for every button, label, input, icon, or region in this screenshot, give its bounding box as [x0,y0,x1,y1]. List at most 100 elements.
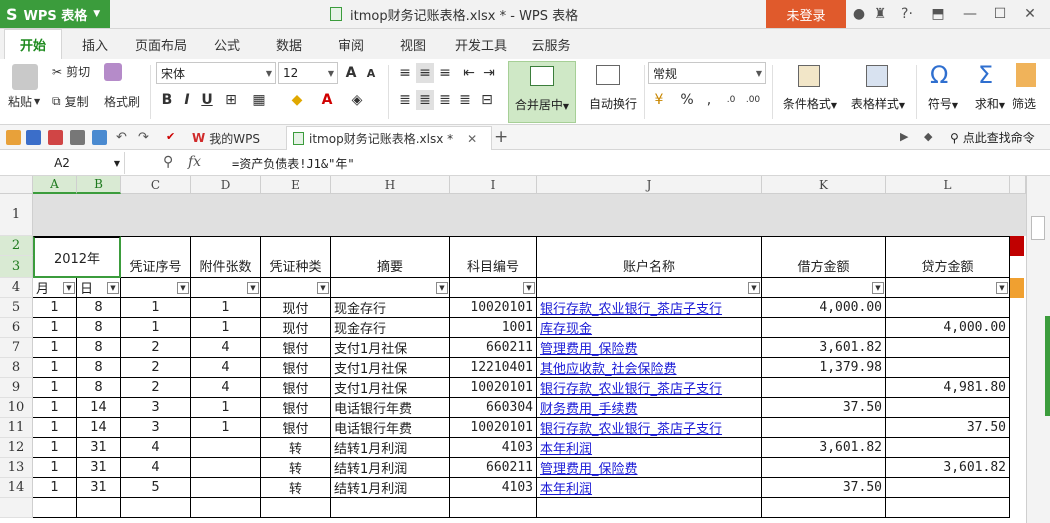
row-header-3[interactable]: 3 [0,256,33,278]
side-panel-toggle[interactable] [1045,316,1050,416]
filter-dropdown-icon[interactable]: ▼ [523,282,535,294]
row-header-1[interactable]: 1 [0,194,33,236]
customize-toolbar-icon[interactable]: ✔ [166,130,181,145]
table-cell-code[interactable]: 10020101 [450,378,537,398]
skin-icon[interactable]: ♜ [872,5,888,23]
increase-decimal-icon[interactable]: .0 [722,90,740,110]
table-cell-partial[interactable] [331,498,450,518]
table-cell-voucher-no[interactable]: 3 [121,398,191,418]
format-painter-icon[interactable] [104,63,122,81]
header-credit[interactable]: 贷方金额 [886,236,1010,278]
table-cell-code[interactable]: 12210401 [450,358,537,378]
thousands-icon[interactable]: , [700,90,718,110]
table-cell-type[interactable]: 现付 [261,318,331,338]
bookmark-icon[interactable]: ◆ [924,130,932,143]
table-cell-attachments[interactable]: 4 [191,378,261,398]
zoom-icon[interactable]: ⚲ [163,154,173,170]
table-cell-summary[interactable]: 电话银行年费 [331,418,450,438]
italic-icon[interactable]: I [178,90,196,110]
table-cell-day[interactable]: 8 [77,358,121,378]
select-all-corner[interactable] [0,176,33,194]
table-cell-credit[interactable] [886,478,1010,498]
table-cell-month[interactable]: 1 [33,418,77,438]
table-cell-day[interactable]: 8 [77,298,121,318]
table-cell-type[interactable]: 转 [261,478,331,498]
table-cell-summary[interactable]: 电话银行年费 [331,398,450,418]
table-cell-account[interactable]: 财务费用_手续费 [537,398,762,418]
table-cell-credit[interactable] [886,338,1010,358]
redo-icon[interactable]: ↷ [138,130,153,145]
table-cell-day[interactable]: 8 [77,378,121,398]
table-cell-debit[interactable]: 37.50 [762,398,886,418]
table-cell-account[interactable]: 管理费用_保险费 [537,458,762,478]
row-header-11[interactable]: 11 [0,418,33,438]
border-icon[interactable]: ⊞ [222,90,240,110]
year-cell[interactable]: 2012年 [33,236,121,278]
undo-icon[interactable]: ↶ [116,130,131,145]
table-cell-day[interactable]: 14 [77,418,121,438]
table-cell-code[interactable]: 4103 [450,478,537,498]
table-cell-type[interactable]: 银付 [261,398,331,418]
table-cell-summary[interactable]: 支付1月社保 [331,338,450,358]
tab-formulas[interactable]: 公式 [204,29,250,59]
filter-cell[interactable] [762,278,886,298]
table-cell-partial[interactable] [121,498,191,518]
tab-my-wps[interactable]: W 我的WPS [186,126,282,150]
decrease-indent-icon[interactable]: ⇤ [460,63,478,83]
column-header-i[interactable]: I [450,176,537,194]
table-cell-type[interactable]: 银付 [261,418,331,438]
align-middle-icon[interactable]: ≡ [416,63,434,83]
header-subject-code[interactable]: 科目编号 [450,236,537,278]
table-cell-month[interactable]: 1 [33,378,77,398]
table-cell-summary[interactable]: 结转1月利润 [331,478,450,498]
new-tab-icon[interactable]: + [494,127,508,147]
table-cell-debit[interactable] [762,378,886,398]
merge-center-button[interactable]: 合并居中▼ [508,61,576,123]
increase-indent-icon[interactable]: ⇥ [480,63,498,83]
document-icon[interactable]: ▶ [900,130,908,143]
table-cell-attachments[interactable]: 1 [191,298,261,318]
conditional-format-button[interactable]: 条件格式▼ [778,61,842,123]
column-header-e[interactable]: E [261,176,331,194]
table-cell-credit[interactable] [886,298,1010,318]
symbol-button[interactable]: Ω 符号▼ [920,61,966,123]
tab-home[interactable]: 开始 [4,29,62,59]
row-header-6[interactable]: 6 [0,318,33,338]
table-cell-account[interactable]: 管理费用_保险费 [537,338,762,358]
tab-view[interactable]: 视图 [390,29,436,59]
table-cell-attachments[interactable]: 4 [191,358,261,378]
paste-button[interactable]: 粘贴 ▼ [8,93,40,110]
table-cell-account[interactable]: 其他应收款_社会保险费 [537,358,762,378]
tab-document[interactable]: itmop财务记账表格.xlsx * ✕ [286,126,492,150]
table-cell-day[interactable]: 31 [77,438,121,458]
header-attachments[interactable]: 附件张数 [191,236,261,278]
font-size-select[interactable]: 12 ▼ [278,62,338,84]
table-cell-month[interactable]: 1 [33,298,77,318]
column-header-extra[interactable] [1010,176,1026,194]
copy-button[interactable]: ⧉ 复制 [52,93,89,110]
column-header-a[interactable]: A [33,176,77,194]
percent-icon[interactable]: % [678,90,696,110]
filter-dropdown-icon[interactable]: ▼ [247,282,259,294]
header-debit[interactable]: 借方金额 [762,236,886,278]
fill-color-icon[interactable]: ◆ [288,90,306,110]
table-cell-code[interactable]: 660211 [450,458,537,478]
table-cell-type[interactable]: 银付 [261,358,331,378]
table-cell-partial[interactable] [886,498,1010,518]
table-cell-day[interactable]: 31 [77,478,121,498]
align-right-icon[interactable]: ≣ [436,90,454,110]
table-cell-summary[interactable]: 支付1月社保 [331,358,450,378]
table-cell-code[interactable]: 4103 [450,438,537,458]
filter-dropdown-icon[interactable]: ▼ [317,282,329,294]
filter-dropdown-icon[interactable]: ▼ [63,282,75,294]
table-cell-voucher-no[interactable]: 3 [121,418,191,438]
table-cell-voucher-no[interactable]: 2 [121,338,191,358]
table-cell-code[interactable]: 10020101 [450,418,537,438]
format-painter-button[interactable]: 格式刷 [104,93,140,110]
filter-dropdown-icon[interactable]: ▼ [107,282,119,294]
table-cell-debit[interactable]: 3,601.82 [762,438,886,458]
clear-format-icon[interactable]: ◈ [348,90,366,110]
print-icon[interactable] [70,130,85,145]
table-cell-type[interactable]: 银付 [261,338,331,358]
table-cell-attachments[interactable] [191,458,261,478]
